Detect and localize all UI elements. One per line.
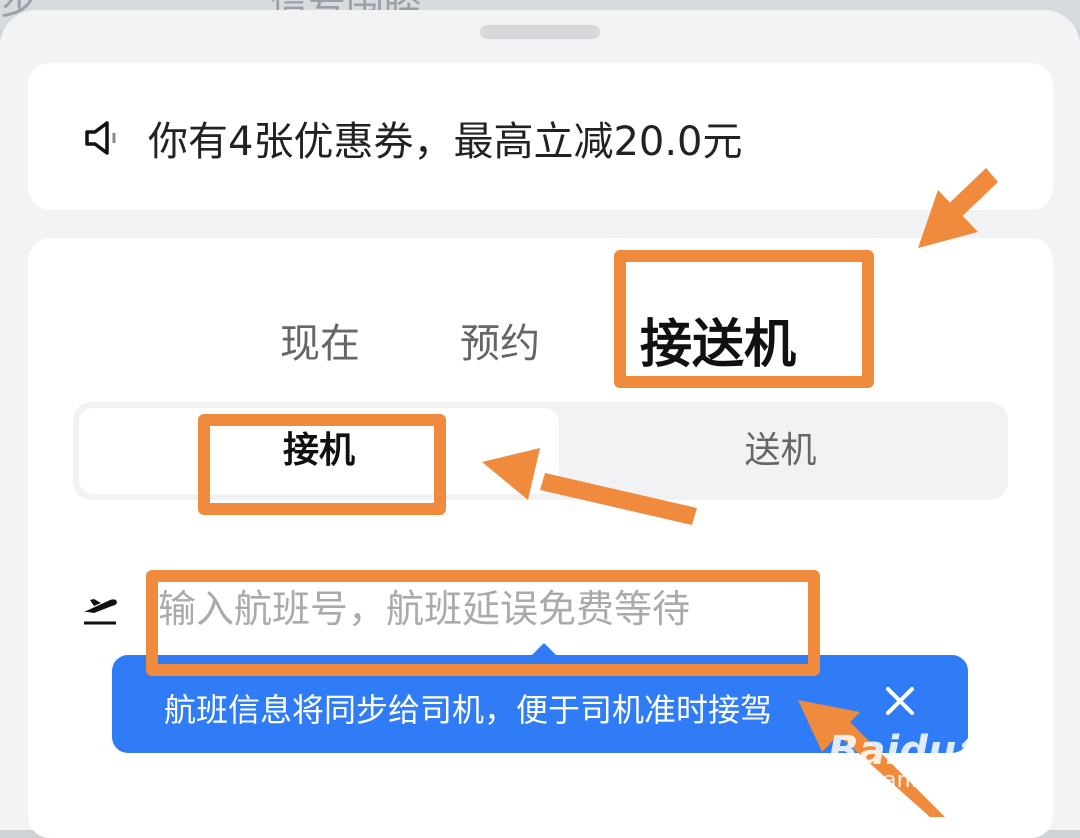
highlight-box-pickup xyxy=(198,414,446,515)
highlight-box-airport-tab xyxy=(614,250,874,388)
coupon-text: 你有4张优惠券，最高立减20.0元 xyxy=(148,119,743,165)
tooltip-text: 航班信息将同步给司机，便于司机准时接驾 xyxy=(164,691,773,729)
segment-dropoff[interactable]: 送机 xyxy=(559,408,1002,494)
tab-reserve[interactable]: 预约 xyxy=(460,311,540,369)
highlight-box-flight-input xyxy=(146,570,820,676)
watermark-url: jingyan.baidu.com xyxy=(830,768,1034,793)
tab-now[interactable]: 现在 xyxy=(280,311,360,369)
speaker-icon xyxy=(85,121,116,155)
plane-takeoff-icon xyxy=(84,599,117,625)
drag-handle[interactable] xyxy=(480,25,600,39)
baidu-watermark: Baidu经验 jingyan.baidu.com xyxy=(828,718,1048,798)
close-icon[interactable] xyxy=(880,681,920,721)
coupon-banner[interactable]: 你有4张优惠券，最高立减20.0元 xyxy=(28,63,1053,210)
